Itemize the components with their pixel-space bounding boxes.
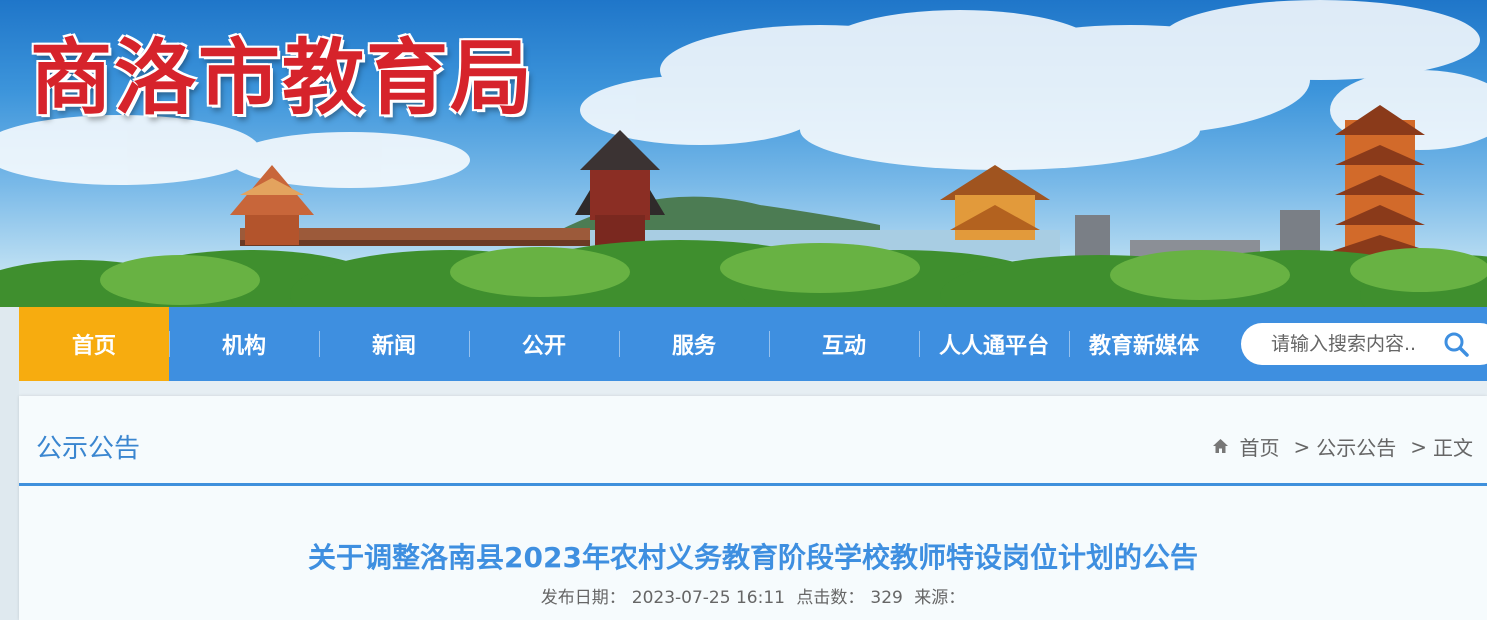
nav-item-public[interactable]: 公开 — [469, 307, 619, 381]
nav-item-new-media[interactable]: 教育新媒体 — [1069, 307, 1219, 381]
site-title: 商洛市教育局 — [30, 31, 535, 126]
nav-item-home[interactable]: 首页 — [19, 307, 169, 381]
left-decoration — [0, 307, 19, 620]
click-count-label: 点击数： — [796, 588, 865, 608]
breadcrumb: 首页 > 公示公告 > 正文 — [1212, 432, 1473, 461]
nav-item-service[interactable]: 服务 — [619, 307, 769, 381]
search-input[interactable] — [1271, 333, 1441, 355]
breadcrumb-home[interactable]: 首页 — [1239, 432, 1279, 461]
home-icon — [1213, 439, 1229, 453]
nav-item-platform[interactable]: 人人通平台 — [919, 307, 1069, 381]
search-icon[interactable] — [1443, 331, 1469, 357]
article-meta: 发布日期： 2023-07-25 16:11 点击数： 329 来源： — [19, 583, 1487, 608]
content-panel: 公示公告 首页 > 公示公告 > 正文 关于调整洛南县2023年农村义务教育阶段… — [19, 396, 1487, 620]
breadcrumb-separator: > — [1410, 434, 1427, 459]
section-header: 公示公告 首页 > 公示公告 > 正文 — [19, 396, 1487, 486]
breadcrumb-separator: > — [1293, 434, 1311, 459]
source-label: 来源： — [914, 588, 966, 608]
search-box — [1241, 323, 1487, 365]
section-title: 公示公告 — [36, 434, 141, 464]
nav-item-news[interactable]: 新闻 — [319, 307, 469, 381]
article-title: 关于调整洛南县2023年农村义务教育阶段学校教师特设岗位计划的公告 — [308, 541, 1198, 574]
breadcrumb-announcements[interactable]: 公示公告 — [1316, 432, 1396, 461]
publish-date: 2023-07-25 16:11 — [631, 588, 785, 608]
publish-date-label: 发布日期： — [540, 588, 626, 608]
click-count: 329 — [870, 588, 903, 608]
nav-item-interaction[interactable]: 互动 — [769, 307, 919, 381]
header-banner: 商洛市教育局 — [0, 0, 1487, 307]
breadcrumb-current: 正文 — [1433, 436, 1473, 460]
nav-item-organization[interactable]: 机构 — [169, 307, 319, 381]
main-nav: 首页 机构 新闻 公开 服务 互动 人人通平台 教育新媒体 — [19, 307, 1487, 381]
